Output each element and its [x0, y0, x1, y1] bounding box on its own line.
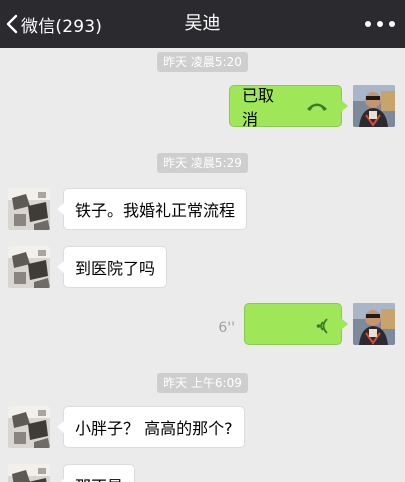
voice-message-bubble[interactable]	[244, 303, 348, 345]
message-bubble[interactable]: 到医院了吗	[56, 246, 168, 288]
avatar[interactable]	[353, 303, 395, 345]
avatar[interactable]	[8, 188, 50, 230]
more-options-button[interactable]	[365, 14, 395, 34]
message-bubble[interactable]: 铁子。我婚礼正常流程	[56, 188, 248, 230]
back-button[interactable]: 微信(293)	[6, 0, 102, 48]
avatar[interactable]	[8, 464, 50, 482]
chat-message-list[interactable]: 昨天 凌晨5:20 已取消 昨天 凌晨5:29 铁子。我婚礼正常流程 到医院了吗…	[0, 48, 405, 482]
phone-hangup-icon	[305, 100, 329, 112]
chevron-left-icon	[6, 14, 18, 34]
message-text: 到医院了吗	[75, 259, 156, 278]
navigation-bar: 微信(293) 吴迪	[0, 0, 405, 48]
cancelled-call-bubble[interactable]: 已取消	[229, 85, 348, 129]
voice-duration: 6''	[218, 320, 235, 336]
avatar[interactable]	[8, 246, 50, 288]
timestamp: 昨天 凌晨5:29	[0, 152, 405, 173]
more-dots-icon	[365, 21, 371, 27]
call-status-text: 已取消	[242, 86, 275, 129]
message-bubble[interactable]: 那不是	[56, 464, 136, 482]
message-text: 铁子。我婚礼正常流程	[75, 201, 236, 220]
avatar[interactable]	[353, 85, 395, 127]
message-text: 那不是	[75, 473, 123, 482]
message-text: 小胖子？ 高高的那个?	[75, 419, 233, 438]
back-label: 微信(293)	[21, 16, 103, 37]
timestamp: 昨天 凌晨5:20	[0, 51, 405, 72]
avatar[interactable]	[8, 406, 50, 448]
voice-wave-icon	[315, 317, 329, 339]
message-bubble[interactable]: 小胖子？ 高高的那个?	[57, 406, 245, 448]
timestamp: 昨天 上午6:09	[0, 372, 405, 393]
